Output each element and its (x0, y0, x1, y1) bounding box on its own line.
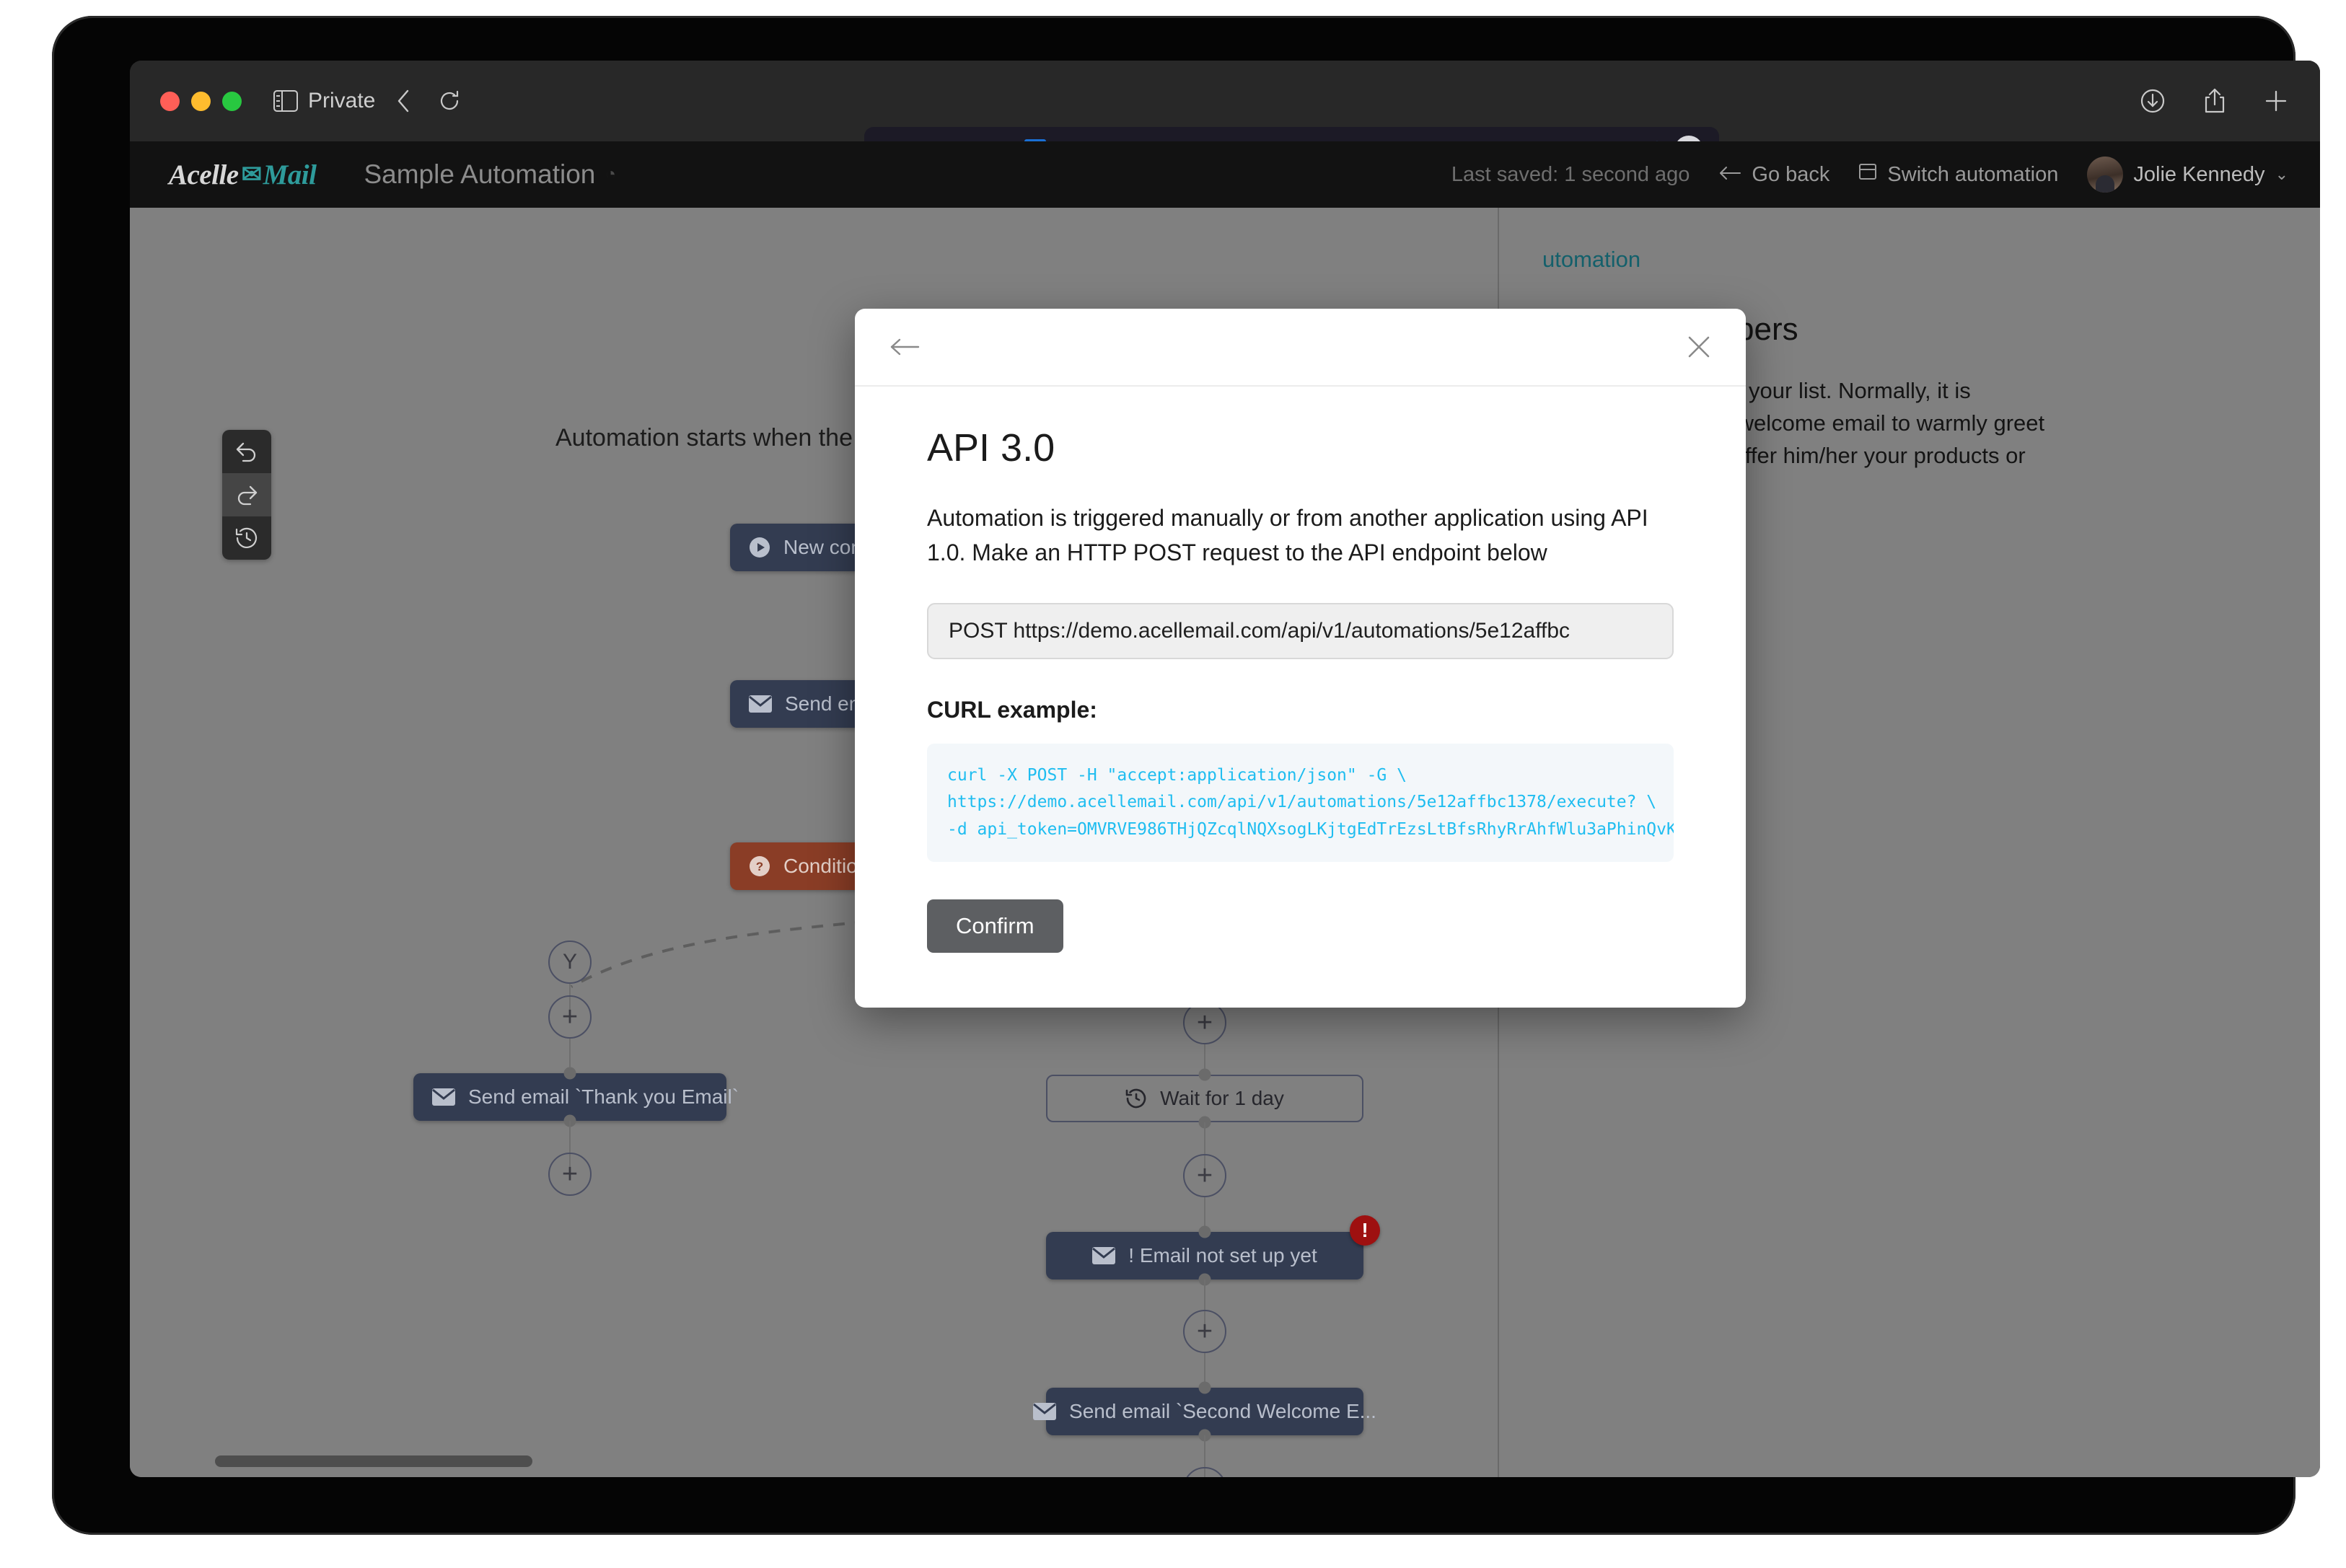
header-actions: Last saved: 1 second ago Go back Switch … (1451, 141, 2288, 208)
switch-automation-label: Switch automation (1887, 162, 2059, 186)
add-step-button-right-2[interactable]: + (1183, 1154, 1226, 1197)
node-pin-top (1198, 1381, 1211, 1394)
plus-icon: + (1196, 1007, 1213, 1038)
node-label: Send email `Second Welcome E... (1069, 1400, 1376, 1422)
logo-text-acelle: Acelle (169, 159, 239, 190)
back-arrow-icon (1718, 163, 1741, 187)
modal-back-icon[interactable] (889, 337, 920, 357)
curl-line-1: curl -X POST -H "accept:application/json… (947, 766, 1407, 785)
close-icon[interactable] (1687, 335, 1711, 359)
add-step-button-left-1[interactable]: + (548, 995, 592, 1039)
branch-label-yes[interactable]: Y (548, 941, 592, 984)
node-label: Send email `Thank you Email` (468, 1085, 739, 1108)
curl-line-2: https://demo.acellemail.com/api/v1/autom… (947, 793, 1657, 812)
reload-icon[interactable] (439, 89, 460, 113)
downloads-icon[interactable] (2140, 88, 2166, 114)
modal-header (855, 309, 1746, 387)
api-endpoint-field[interactable]: POST https://demo.acellemail.com/api/v1/… (927, 603, 1674, 659)
chevron-down-icon: ⌄ (2275, 165, 2288, 183)
curl-line-3: -d api_token=OMVRVE986THjQZcqlNQXsogLKjt… (947, 819, 1674, 839)
app-header: Acelle ✉ Mail Sample Automation ◔ Last s… (130, 141, 2320, 208)
status-badge-icon: ◔ (605, 164, 616, 184)
node-send-email-second-welcome[interactable]: Send email `Second Welcome E... (1033, 1388, 1376, 1435)
plus-icon: + (1196, 1160, 1213, 1191)
logo-text-mail: Mail (263, 159, 317, 190)
curl-code-block[interactable]: curl -X POST -H "accept:application/json… (927, 744, 1674, 862)
envelope-icon (749, 695, 772, 713)
add-step-button-right-4[interactable]: + (1183, 1467, 1226, 1477)
maximize-window-button[interactable] (222, 91, 242, 111)
switch-automation-button[interactable]: Switch automation (1858, 162, 2058, 188)
node-pin-top (1198, 1225, 1211, 1238)
node-error-badge[interactable]: ! (1350, 1215, 1380, 1246)
laptop-frame: Private M demo.acellemail.com/automation… (52, 16, 2320, 1535)
node-pin-top (563, 1067, 576, 1080)
undo-icon[interactable] (222, 430, 271, 473)
history-icon[interactable] (222, 516, 271, 560)
node-label: Wait for 1 day (1160, 1087, 1284, 1109)
modal-description: Automation is triggered manually or from… (927, 505, 1648, 565)
node-email-not-set-up[interactable]: ! Email not set up yet (1046, 1232, 1363, 1279)
scrollbar-thumb[interactable] (215, 1455, 532, 1467)
confirm-button[interactable]: Confirm (927, 899, 1063, 953)
canvas-toolbar (222, 430, 271, 560)
back-chevron-icon[interactable] (395, 89, 411, 113)
minimize-window-button[interactable] (191, 91, 211, 111)
add-step-button-right-3[interactable]: + (1183, 1310, 1226, 1353)
go-back-button[interactable]: Go back (1718, 163, 1829, 187)
svg-text:?: ? (756, 860, 763, 873)
private-browsing-label: Private (308, 89, 376, 113)
browser-toolbar: Private M demo.acellemail.com/automation… (130, 61, 2320, 173)
horizontal-scrollbar[interactable] (215, 1455, 1651, 1467)
plus-icon: + (1197, 1474, 1213, 1478)
node-pin-top (1198, 1068, 1211, 1081)
add-step-button-left-2[interactable]: + (548, 1153, 592, 1196)
avatar (2087, 157, 2124, 193)
plus-icon: + (561, 1158, 579, 1189)
list-icon (1858, 162, 1877, 188)
last-saved-status: Last saved: 1 second ago (1451, 162, 1690, 186)
share-icon[interactable] (2203, 87, 2226, 115)
browser-right-icons (2140, 87, 2288, 115)
modal-body: API 3.0 Automation is triggered manually… (855, 387, 1746, 1008)
node-send-email-thank-you[interactable]: Send email `Thank you Email` (413, 1073, 739, 1121)
api-modal: API 3.0 Automation is triggered manually… (855, 309, 1746, 1008)
question-icon: ? (749, 855, 770, 877)
screen: Private M demo.acellemail.com/automation… (130, 61, 2320, 1477)
new-tab-icon[interactable] (2264, 89, 2288, 113)
error-badge-text: ! (1361, 1219, 1368, 1241)
page-title: Sample Automation (364, 159, 596, 189)
logo-envelope-icon: ✉ (241, 162, 263, 188)
branch-yes-text: Y (562, 950, 577, 974)
go-back-label: Go back (1752, 162, 1830, 186)
canvas-hint-text: Automation starts when the (555, 424, 853, 452)
envelope-icon (1092, 1247, 1116, 1264)
window-controls[interactable] (160, 91, 242, 111)
plus-icon: + (561, 1001, 579, 1032)
add-step-button-right-1[interactable]: + (1183, 1001, 1226, 1044)
node-wait-1-day[interactable]: Wait for 1 day (1046, 1075, 1363, 1122)
close-window-button[interactable] (160, 91, 180, 111)
curl-example-heading: CURL example: (927, 697, 1097, 723)
application: Acelle ✉ Mail Sample Automation ◔ Last s… (130, 141, 2320, 1477)
clock-rewind-icon (1125, 1088, 1147, 1109)
plus-icon: + (1196, 1316, 1213, 1347)
redo-icon[interactable] (222, 473, 271, 516)
modal-title: API 3.0 (927, 426, 1055, 470)
node-label: ! Email not set up yet (1128, 1244, 1317, 1267)
envelope-icon (432, 1088, 455, 1106)
user-name-label: Jolie Kennedy (2133, 162, 2265, 186)
play-icon (749, 537, 770, 558)
acellemail-logo[interactable]: Acelle ✉ Mail (169, 159, 317, 191)
user-menu[interactable]: Jolie Kennedy ⌄ (2087, 157, 2288, 193)
panel-kicker: utomation (1542, 247, 1641, 272)
sidebar-icon[interactable] (273, 90, 298, 112)
envelope-icon (1033, 1403, 1057, 1420)
